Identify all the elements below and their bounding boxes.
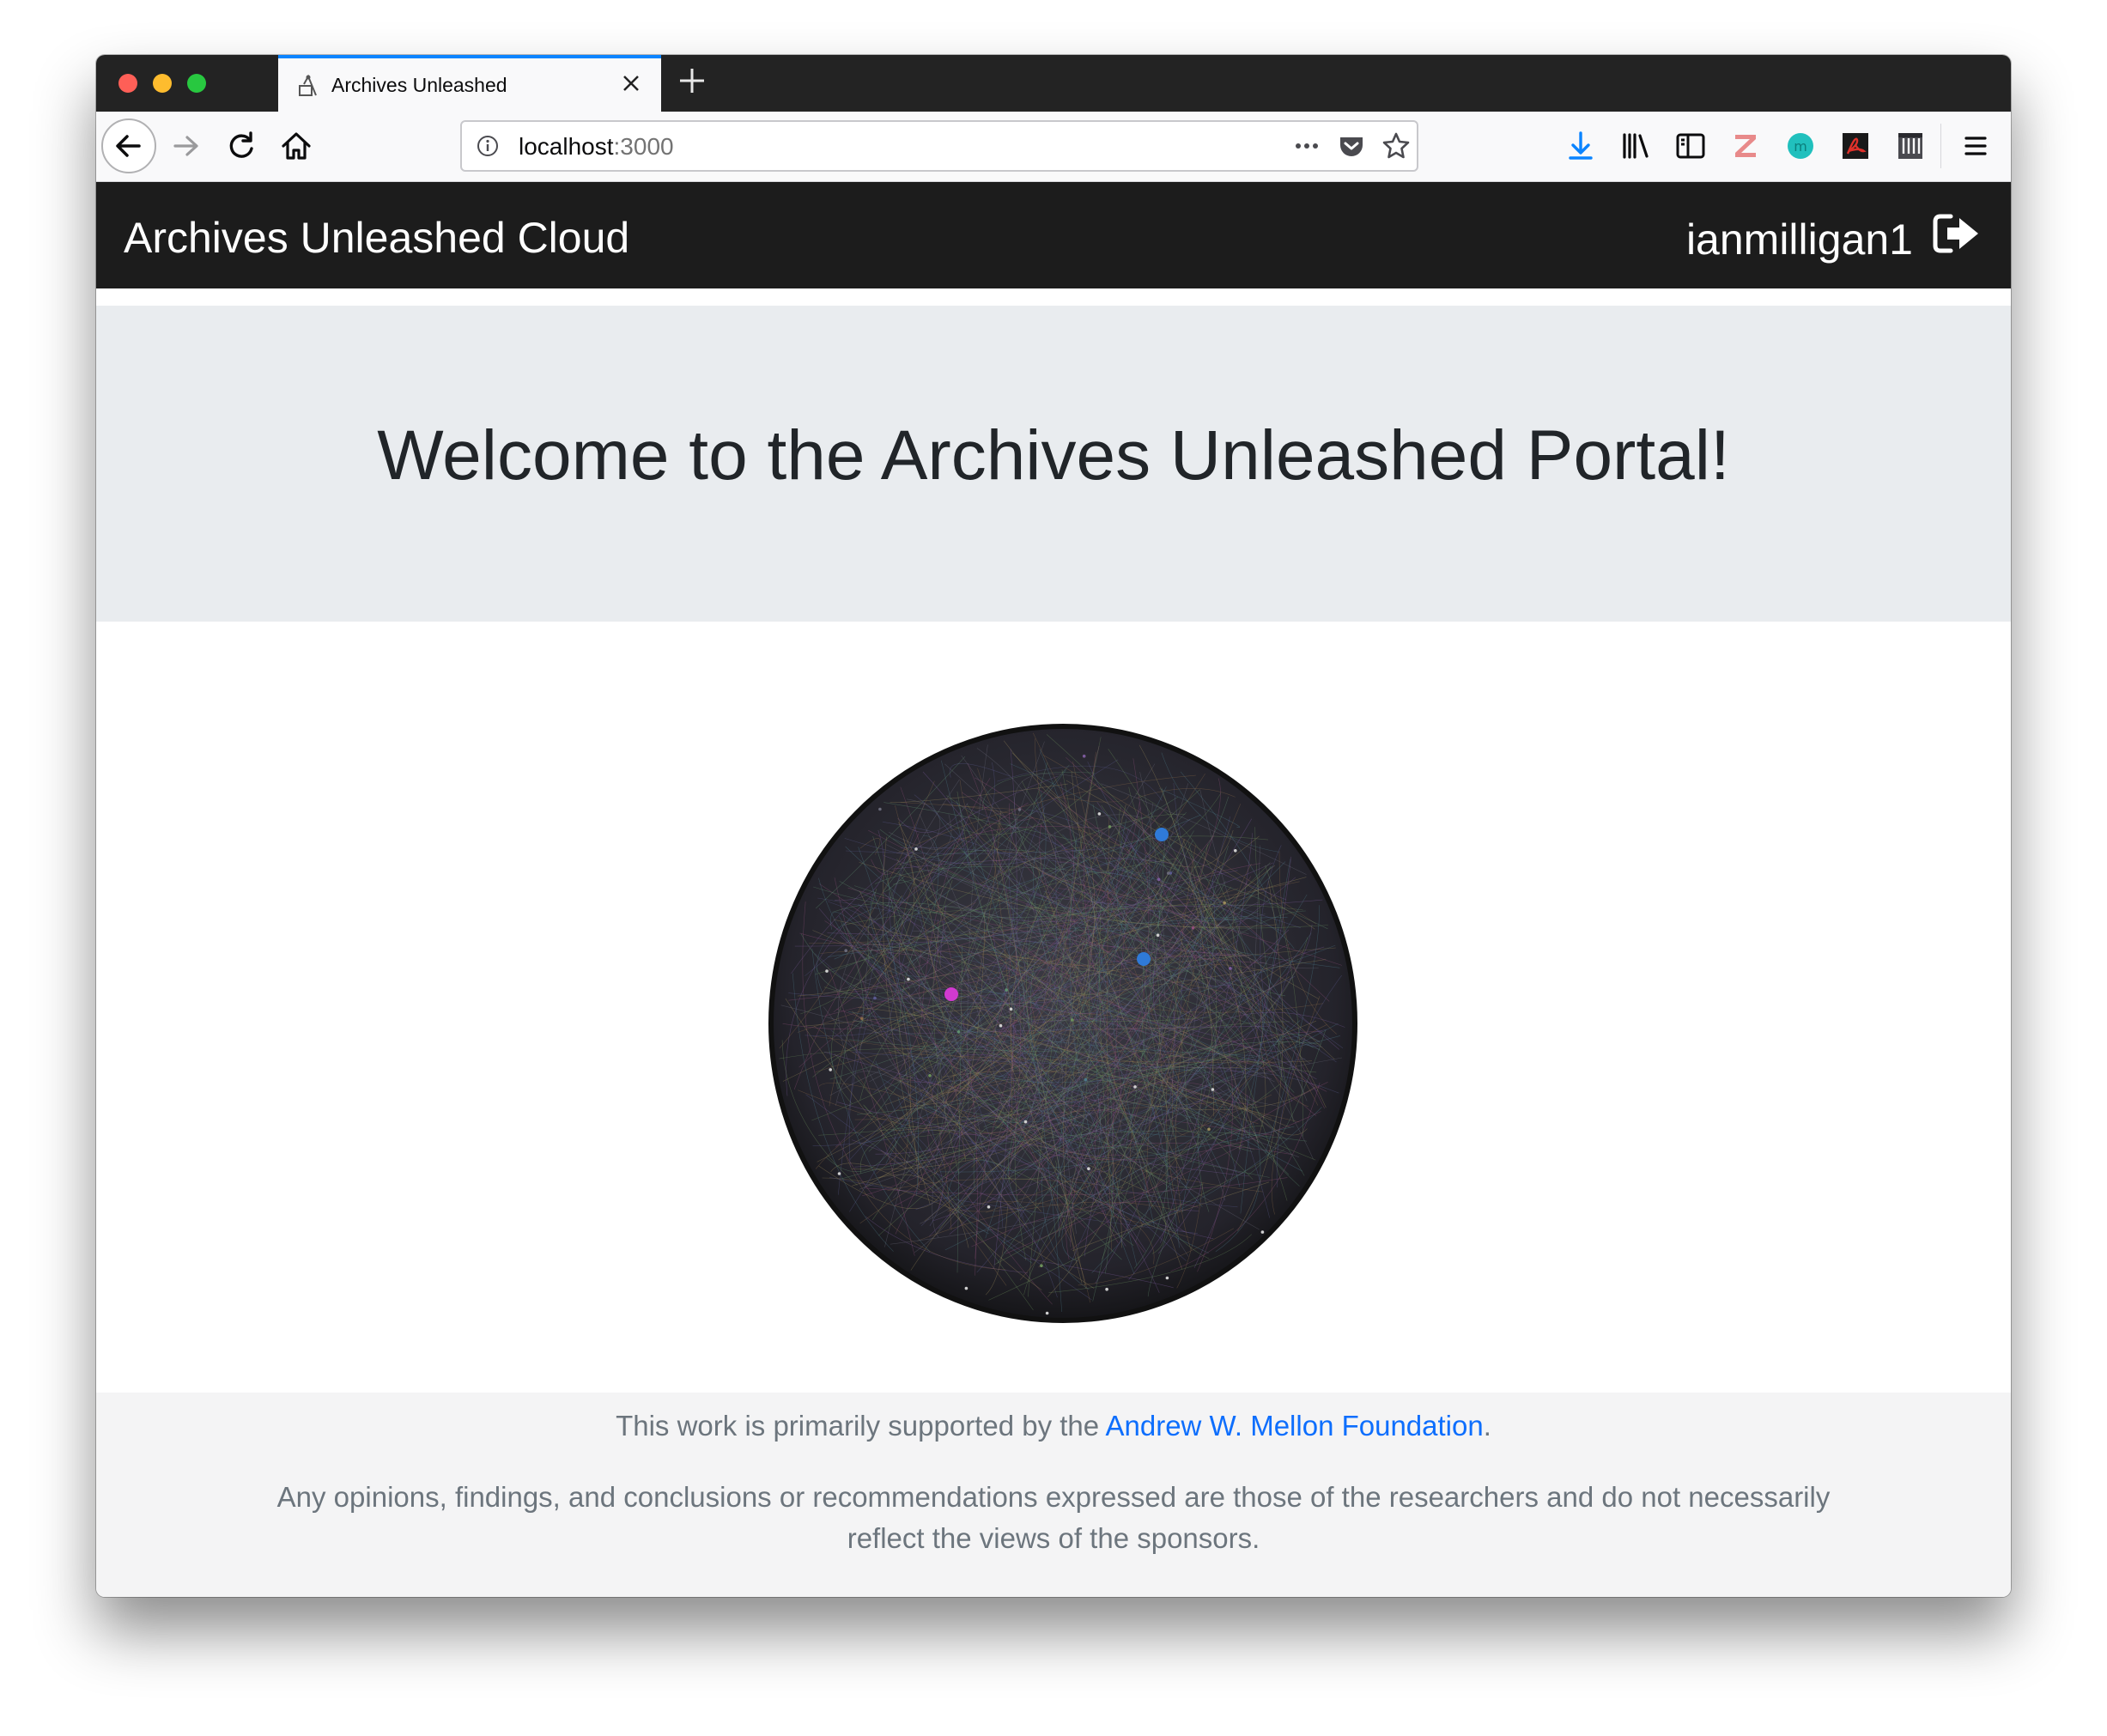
graph-node bbox=[1097, 812, 1102, 816]
graph-node bbox=[914, 847, 918, 851]
home-icon[interactable] bbox=[275, 124, 318, 167]
username-link[interactable]: ianmilligan1 bbox=[1686, 215, 1913, 264]
graph-node bbox=[1040, 1264, 1043, 1267]
graph-node bbox=[1260, 1230, 1265, 1234]
graph-node bbox=[1009, 1007, 1013, 1011]
menu-icon[interactable] bbox=[1954, 124, 1997, 167]
reload-icon[interactable] bbox=[220, 124, 263, 167]
graph-node bbox=[1211, 1088, 1215, 1091]
network-graph-image bbox=[757, 716, 1369, 1327]
graph-node bbox=[844, 949, 847, 952]
more-icon[interactable] bbox=[1291, 131, 1322, 161]
toolbar-separator bbox=[1940, 124, 1941, 168]
library-icon[interactable] bbox=[1614, 124, 1657, 167]
graph-node bbox=[1156, 933, 1160, 938]
graph-node bbox=[1105, 1287, 1108, 1291]
graph-node bbox=[964, 1286, 968, 1290]
close-tab-icon[interactable] bbox=[616, 69, 646, 98]
graph-node bbox=[1023, 1120, 1028, 1124]
graph-node bbox=[878, 807, 882, 811]
graph-node bbox=[1005, 988, 1008, 992]
window-close-button[interactable] bbox=[118, 74, 137, 93]
brand-link[interactable]: Archives Unleashed Cloud bbox=[124, 213, 629, 263]
favicon-icon bbox=[297, 74, 321, 98]
graph-node bbox=[987, 1205, 991, 1209]
graph-node bbox=[1133, 1085, 1137, 1089]
forward-icon[interactable] bbox=[165, 124, 208, 167]
trash-icon[interactable] bbox=[1889, 124, 1932, 167]
window-maximize-button[interactable] bbox=[187, 74, 206, 93]
graph-node bbox=[928, 1074, 932, 1077]
graph-node bbox=[829, 1068, 832, 1071]
disclaimer-text: Any opinions, findings, and conclusions … bbox=[276, 1481, 1831, 1554]
graph-node bbox=[837, 1172, 841, 1175]
graph-node bbox=[1167, 871, 1170, 875]
url-text[interactable]: localhost:3000 bbox=[519, 133, 674, 161]
graph-node bbox=[1137, 952, 1151, 966]
sign-out-icon[interactable] bbox=[1930, 209, 1982, 258]
support-text: This work is primarily supported by the … bbox=[616, 1410, 1491, 1442]
tab-archives-unleashed[interactable]: Archives Unleashed bbox=[278, 55, 661, 112]
footer: This work is primarily supported by the … bbox=[96, 1393, 2011, 1597]
graph-node bbox=[860, 1017, 864, 1021]
graph-node bbox=[956, 1030, 961, 1034]
graph-node bbox=[1157, 877, 1161, 882]
graph-node bbox=[1108, 825, 1112, 829]
svg-text:m: m bbox=[1794, 138, 1807, 155]
app-navbar: Archives Unleashed Cloud ianmilligan1 bbox=[96, 182, 2011, 288]
graph-node bbox=[1071, 1018, 1074, 1022]
tab-title: Archives Unleashed bbox=[331, 74, 507, 96]
nav-toolbar: localhost:3000 m bbox=[96, 112, 2011, 182]
graph-node bbox=[1155, 828, 1169, 841]
network-graph-svg bbox=[768, 724, 1357, 1323]
zotero-icon[interactable] bbox=[1724, 124, 1767, 167]
browser-window: Archives Unleashed localhost:3000 m Arch… bbox=[96, 55, 2011, 1597]
window-minimize-button[interactable] bbox=[153, 74, 172, 93]
graph-node bbox=[999, 1023, 1003, 1028]
mellon-foundation-link[interactable]: Andrew W. Mellon Foundation bbox=[1105, 1410, 1483, 1442]
pocket-icon[interactable] bbox=[1336, 131, 1367, 161]
graph-node bbox=[1084, 1077, 1088, 1082]
graph-node bbox=[1082, 754, 1086, 758]
graph-node bbox=[1191, 926, 1195, 930]
graph-node bbox=[1087, 1167, 1090, 1170]
graph-node bbox=[907, 977, 910, 981]
sidebar-icon[interactable] bbox=[1669, 124, 1712, 167]
pdf-icon[interactable] bbox=[1834, 124, 1877, 167]
page-title: Welcome to the Archives Unleashed Portal… bbox=[377, 416, 1730, 495]
graph-node bbox=[944, 987, 958, 1001]
url-bar[interactable]: localhost:3000 bbox=[460, 120, 1418, 172]
tab-bar: Archives Unleashed bbox=[96, 55, 2011, 112]
graph-node bbox=[1229, 967, 1232, 970]
site-info-icon[interactable] bbox=[476, 134, 500, 158]
graph-node bbox=[1045, 1311, 1049, 1315]
graph-node bbox=[873, 996, 877, 1000]
graph-node bbox=[1165, 1276, 1169, 1280]
graph-node bbox=[1207, 1127, 1211, 1132]
graph-node bbox=[1223, 901, 1226, 905]
back-icon[interactable] bbox=[101, 118, 156, 173]
new-tab-icon[interactable] bbox=[673, 62, 711, 100]
download-icon[interactable] bbox=[1559, 124, 1602, 167]
graph-node bbox=[825, 969, 829, 973]
graph-node bbox=[1017, 808, 1022, 811]
bookmark-star-icon[interactable] bbox=[1381, 131, 1412, 161]
graph-node bbox=[1234, 849, 1237, 853]
jumbotron: Welcome to the Archives Unleashed Portal… bbox=[96, 306, 2011, 622]
extension-m-icon[interactable]: m bbox=[1779, 124, 1822, 167]
